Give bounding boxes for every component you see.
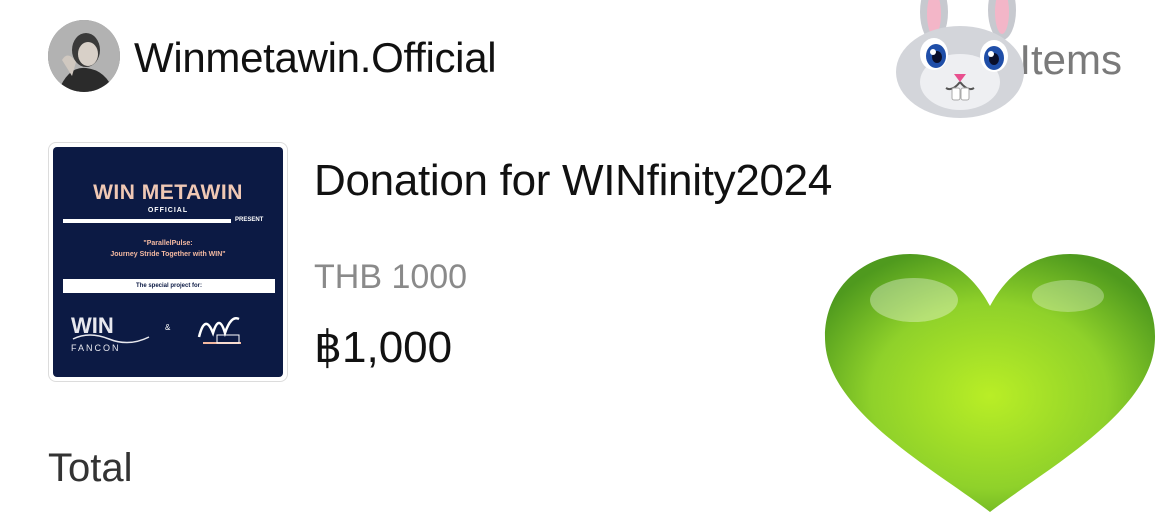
items-link[interactable]: Items bbox=[1019, 36, 1122, 84]
order-summary-page: Winmetawin.Official Items WIN METAWIN OF… bbox=[0, 0, 1166, 516]
thumbnail-sub: OFFICIAL bbox=[147, 207, 189, 214]
thumbnail-brand: WIN METAWIN bbox=[93, 181, 243, 204]
thumbnail-project-box: The special project for: bbox=[63, 279, 275, 293]
svg-text:WIN: WIN bbox=[71, 313, 114, 338]
thumbnail-poster: WIN METAWIN OFFICIAL PRESENT "ParallelPu… bbox=[53, 147, 283, 377]
svg-text:FANCON: FANCON bbox=[71, 343, 121, 353]
shop-name[interactable]: Winmetawin.Official bbox=[134, 34, 497, 82]
bunny-sticker-icon bbox=[890, 0, 1030, 120]
thumbnail-divider bbox=[63, 219, 231, 223]
thumbnail-tagline-2: Journey Stride Together with WIN" bbox=[110, 251, 226, 258]
thumbnail-tagline-1: "ParallelPulse: bbox=[143, 240, 193, 247]
product-price: ฿1,000 bbox=[314, 323, 453, 372]
winfinity-logo bbox=[195, 307, 247, 351]
product-thumbnail[interactable]: WIN METAWIN OFFICIAL PRESENT "ParallelPu… bbox=[48, 142, 288, 382]
product-title[interactable]: Donation for WINfinity2024 bbox=[314, 156, 832, 206]
fancon-logo: WIN FANCON bbox=[69, 309, 155, 353]
shop-avatar[interactable] bbox=[48, 20, 120, 92]
product-variant: THB 1000 bbox=[314, 258, 468, 296]
total-label: Total bbox=[48, 446, 133, 490]
thumbnail-ampersand: & bbox=[165, 323, 171, 332]
green-heart-icon bbox=[818, 246, 1162, 516]
thumbnail-present: PRESENT bbox=[235, 217, 264, 223]
